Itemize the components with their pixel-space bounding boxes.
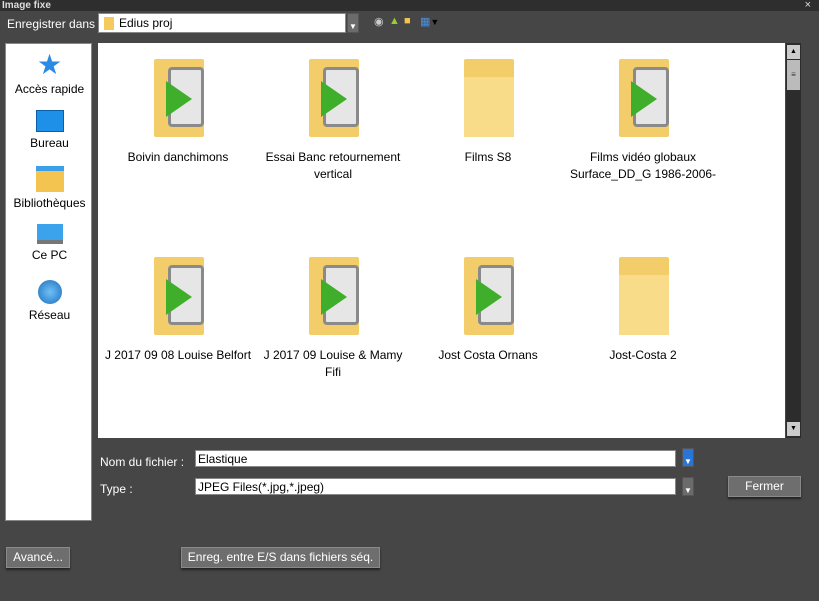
save-in-select[interactable]: Edius proj [98, 13, 346, 33]
libraries-icon [35, 166, 64, 192]
place-label: Bibliothèques [13, 196, 86, 210]
file-item-label: Jost-Costa 2 [609, 348, 677, 362]
place-label: Ce PC [31, 248, 68, 262]
edius-project-folder-icon [613, 57, 673, 137]
computer-icon [36, 224, 63, 244]
back-icon[interactable]: ◉ [374, 15, 384, 28]
place-label: Réseau [28, 308, 71, 322]
advanced-button[interactable]: Avancé... [6, 547, 70, 568]
folder-icon [613, 255, 673, 335]
title-bar: Image fixe × [0, 0, 819, 11]
save-in-dropdown-button[interactable]: ▼ [347, 13, 359, 33]
save-in-value: Edius proj [119, 16, 173, 30]
place-this-pc[interactable]: Ce PC [6, 224, 93, 262]
scroll-up-button[interactable]: ▲ [787, 45, 800, 59]
folder-icon [458, 57, 518, 137]
close-button[interactable]: Fermer [728, 476, 801, 497]
file-item[interactable]: J 2017 09 08 Louise Belfort [103, 255, 253, 364]
file-item[interactable]: Essai Banc retournement vertical [258, 57, 408, 183]
file-item-label: J 2017 09 08 Louise Belfort [104, 348, 252, 362]
window-title: Image fixe [2, 0, 51, 11]
folder-icon [104, 17, 114, 30]
place-desktop[interactable]: Bureau [6, 110, 93, 150]
file-item-label: J 2017 09 Louise & Mamy Fifi [263, 348, 403, 379]
place-label: Bureau [30, 136, 69, 150]
file-item[interactable]: J 2017 09 Louise & Mamy Fifi [258, 255, 408, 381]
filename-label: Nom du fichier : [100, 455, 185, 469]
file-item-label: Boivin danchimons [127, 150, 229, 164]
scroll-down-button[interactable]: ▼ [787, 422, 800, 436]
save-seq-button[interactable]: Enreg. entre E/S dans fichiers séq. [181, 547, 380, 568]
file-item[interactable]: Films S8 [413, 57, 563, 166]
place-libraries[interactable]: Bibliothèques [6, 166, 93, 210]
desktop-icon [35, 110, 64, 132]
file-item-label: Films vidéo globaux Surface_DD_G 1986-20… [569, 150, 717, 181]
file-item-label: Essai Banc retournement vertical [265, 150, 401, 181]
edius-project-folder-icon [303, 255, 363, 335]
save-in-label: Enregistrer dans : [7, 17, 102, 31]
up-folder-icon[interactable]: ▲ [389, 15, 400, 27]
file-item-label: Films S8 [464, 150, 512, 164]
edius-project-folder-icon [148, 57, 208, 137]
file-list-view[interactable]: Boivin danchimons Essai Banc retournement… [98, 43, 785, 438]
place-quick-access[interactable]: ★ Accès rapide [6, 49, 93, 97]
edius-project-folder-icon [148, 255, 208, 335]
place-network[interactable]: Réseau [6, 280, 93, 322]
edius-project-folder-icon [303, 57, 363, 137]
network-icon [37, 280, 62, 304]
star-icon: ★ [36, 49, 63, 80]
file-item[interactable]: Films vidéo globaux Surface_DD_G 1986-20… [568, 57, 718, 183]
vertical-scrollbar[interactable]: ▲ ≡ ▼ [786, 43, 801, 438]
file-item[interactable]: Jost Costa Ornans [413, 255, 563, 364]
scroll-thumb[interactable]: ≡ [787, 60, 800, 90]
place-label: Accès rapide [14, 82, 85, 96]
file-item[interactable]: Jost-Costa 2 [568, 255, 718, 364]
places-bar: ★ Accès rapide Bureau Bibliothèques Ce PC… [5, 43, 92, 521]
filename-input[interactable]: Elastique [195, 450, 676, 467]
edius-project-folder-icon [458, 255, 518, 335]
new-folder-icon[interactable]: ■ [404, 15, 411, 27]
close-window-button[interactable]: × [805, 0, 811, 11]
view-menu-icon[interactable]: ▦▼ [420, 15, 439, 28]
file-item[interactable]: Boivin danchimons [103, 57, 253, 166]
file-item-label: Jost Costa Ornans [438, 348, 538, 362]
type-dropdown-button[interactable]: ▼ [682, 477, 694, 496]
type-select[interactable]: JPEG Files(*.jpg,*.jpeg) [195, 478, 676, 495]
filename-dropdown-button[interactable]: ▼ [682, 448, 694, 467]
type-label: Type : [100, 482, 133, 496]
